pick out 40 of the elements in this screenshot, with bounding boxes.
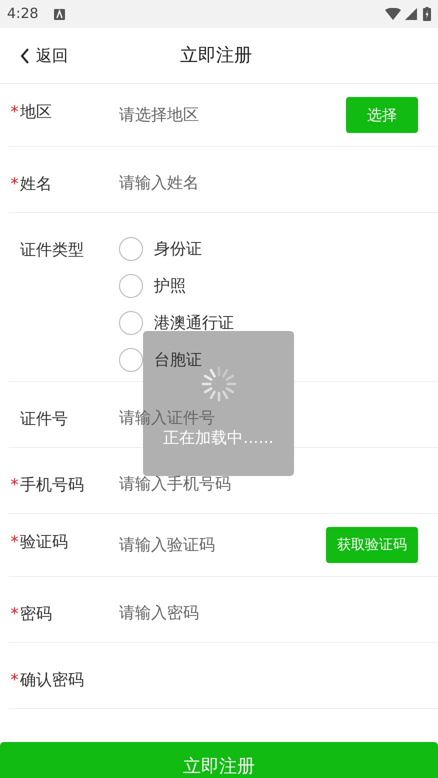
battery-icon bbox=[423, 7, 431, 21]
required-mark: * bbox=[10, 531, 20, 553]
required-mark: * bbox=[10, 173, 20, 195]
field-label: 姓名 bbox=[20, 173, 52, 195]
required-mark: * bbox=[10, 474, 20, 496]
radio-label: 护照 bbox=[154, 275, 186, 297]
field-label: 确认密码 bbox=[20, 669, 84, 691]
field-label: 地区 bbox=[20, 101, 52, 123]
radio-button[interactable] bbox=[119, 237, 143, 261]
radio-button[interactable] bbox=[119, 274, 143, 298]
status-time: 4:28 bbox=[7, 4, 38, 24]
loading-text: 正在加载中...... bbox=[163, 429, 274, 447]
chevron-left-icon bbox=[20, 48, 30, 64]
field-label: 证件号 bbox=[20, 408, 68, 430]
select-button[interactable]: 选择 bbox=[346, 97, 418, 133]
region-field[interactable]: 请选择地区 bbox=[119, 104, 346, 126]
signal-icon bbox=[405, 8, 417, 20]
required-mark: * bbox=[10, 603, 20, 625]
radio-label: 台胞证 bbox=[154, 349, 202, 371]
wifi-icon bbox=[385, 8, 401, 20]
back-button[interactable]: 返回 bbox=[20, 44, 68, 68]
page-title: 立即注册 bbox=[180, 44, 252, 68]
text-field[interactable]: 请输入手机号码 bbox=[119, 474, 418, 494]
radio-label: 身份证 bbox=[154, 238, 202, 260]
required-mark: * bbox=[10, 669, 20, 691]
field-label: 手机号码 bbox=[20, 474, 84, 496]
get-code-button[interactable]: 获取验证码 bbox=[326, 527, 418, 563]
text-field[interactable]: 请输入密码 bbox=[119, 603, 418, 623]
code-field[interactable]: 请输入验证码 bbox=[119, 534, 326, 556]
field-label: 验证码 bbox=[20, 531, 68, 553]
text-field[interactable]: 请输入证件号 bbox=[119, 408, 418, 428]
spinner-icon bbox=[200, 365, 238, 403]
field-label: 证件类型 bbox=[20, 239, 84, 261]
field-label: 密码 bbox=[20, 603, 52, 625]
radio-button[interactable] bbox=[119, 311, 143, 335]
register-button[interactable]: 立即注册 bbox=[0, 742, 438, 778]
radio-label: 港澳通行证 bbox=[154, 312, 234, 334]
required-mark: * bbox=[10, 101, 20, 123]
notification-icon bbox=[54, 8, 66, 20]
text-field[interactable]: 请输入姓名 bbox=[119, 173, 418, 193]
